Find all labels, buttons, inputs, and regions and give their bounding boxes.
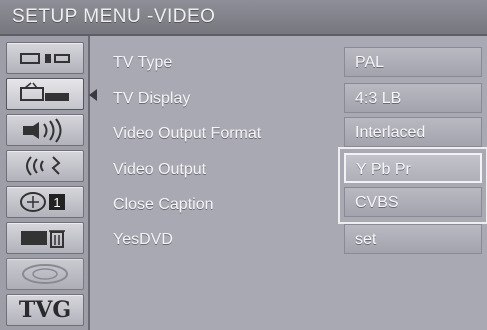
sidebar-item-parental-lock[interactable]: 1 [6, 186, 84, 218]
sidebar: 1 TVG [0, 36, 90, 330]
surround-sound-icon [26, 156, 61, 176]
value-video-output-format[interactable]: Interlaced [344, 117, 482, 147]
menu-header: SETUP MENU -VIDEO [0, 0, 487, 36]
value-yesdvd[interactable]: set [344, 224, 482, 254]
label-yesdvd: YesDVD [113, 231, 173, 248]
value-tv-type[interactable]: PAL [344, 47, 482, 77]
sidebar-item-speaker-panel[interactable] [6, 42, 84, 74]
value-tv-display[interactable]: 4:3 LB [344, 83, 482, 113]
value-video-output[interactable]: Y Pb Pr [344, 153, 482, 183]
label-video-output: Video Output [113, 161, 207, 178]
sidebar-item-disc[interactable] [6, 258, 84, 290]
parental-lock-icon: 1 [20, 192, 65, 212]
value-close-caption[interactable]: CVBS [344, 187, 482, 217]
sidebar-item-audio[interactable] [6, 114, 84, 146]
setup-menu-screen: SETUP MENU -VIDEO 1 TVG TV Type PAL TV D… [0, 0, 487, 330]
label-tv-display: TV Display [113, 90, 191, 107]
label-video-output-format: Video Output Format [113, 125, 262, 142]
sidebar-item-surround[interactable] [6, 150, 84, 182]
sidebar-item-trash[interactable] [6, 222, 84, 254]
sidebar-item-tv-display[interactable] [6, 78, 84, 110]
trash-icon [21, 230, 65, 248]
label-close-caption: Close Caption [113, 196, 214, 213]
tv-display-icon [20, 82, 69, 101]
label-tv-type: TV Type [113, 54, 173, 71]
speaker-panel-icon [20, 53, 70, 64]
active-item-pointer-icon [89, 89, 97, 101]
tvg-icon: TVG [18, 297, 72, 323]
page-title: SETUP MENU -VIDEO [12, 6, 216, 27]
disc-icon [22, 264, 68, 284]
audio-speaker-icon [23, 118, 62, 143]
lock-level-badge: 1 [53, 195, 60, 210]
sidebar-item-tvg[interactable]: TVG [6, 294, 84, 326]
